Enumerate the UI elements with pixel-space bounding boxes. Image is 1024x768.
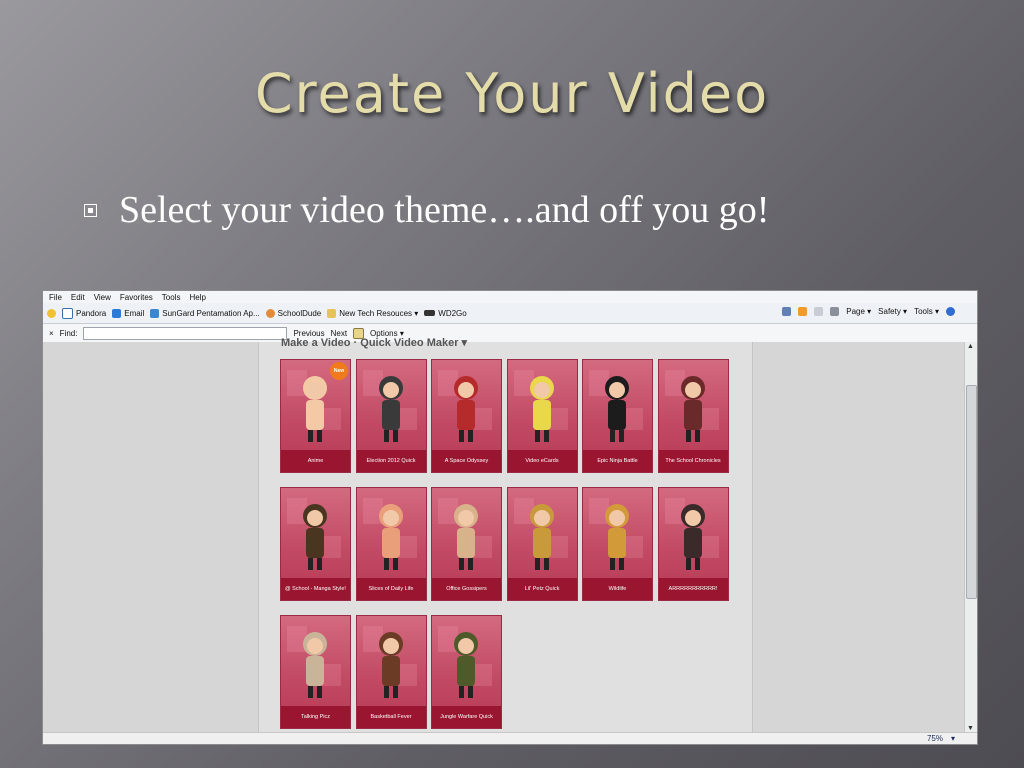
- menu-edit[interactable]: Edit: [71, 293, 85, 302]
- find-input[interactable]: [83, 326, 288, 340]
- theme-card[interactable]: Wildlife: [583, 488, 652, 600]
- favorite-label: Pandora: [76, 308, 107, 318]
- favorite-label: SunGard Pentamation Ap...: [162, 308, 260, 318]
- menu-file[interactable]: File: [49, 293, 62, 302]
- theme-character-image: [357, 360, 426, 450]
- rss-icon[interactable]: [798, 307, 808, 316]
- bullet-row: Select your video theme….and off you go!: [84, 188, 769, 232]
- scroll-up-icon[interactable]: ▲: [967, 343, 974, 350]
- favorite-sungard[interactable]: SunGard Pentamation Ap...: [150, 308, 260, 318]
- theme-card[interactable]: The School Chronicles: [658, 360, 728, 472]
- theme-character-image: [583, 360, 652, 450]
- mail-icon[interactable]: [814, 307, 824, 316]
- favorite-email[interactable]: Email: [112, 308, 145, 318]
- theme-card[interactable]: New Anime: [281, 360, 350, 472]
- page-menu[interactable]: Page ▾: [846, 307, 871, 316]
- theme-label: Basketball Fever: [356, 706, 426, 728]
- theme-label: Election 2012 Quick: [356, 450, 426, 472]
- new-badge: New: [330, 362, 348, 380]
- favorites-star-icon[interactable]: [47, 308, 56, 318]
- menu-favorites[interactable]: Favorites: [120, 293, 153, 302]
- scroll-down-icon[interactable]: ▼: [967, 725, 974, 732]
- favorite-label: WD2Go: [438, 308, 467, 318]
- favorite-label: Email: [124, 308, 145, 318]
- theme-character-image: [508, 360, 577, 450]
- bullet-text: Select your video theme….and off you go!: [119, 189, 770, 231]
- favorite-label: New Tech Resouces ▾: [339, 308, 419, 318]
- favorite-schooldude[interactable]: SchoolDude: [265, 308, 322, 318]
- theme-label: A Space Odyssey: [432, 450, 501, 472]
- zoom-dropdown-icon[interactable]: ▾: [951, 734, 955, 743]
- page-content: Make a Video · Quick Video Maker ▾ New An…: [43, 337, 965, 733]
- video-maker-heading: Make a Video · Quick Video Maker ▾: [281, 337, 468, 349]
- drive-icon: [424, 310, 436, 316]
- favorites-bar: Pandora Email SunGard Pentamation Ap... …: [43, 303, 977, 324]
- theme-card[interactable]: A Space Odyssey: [432, 360, 501, 472]
- home-icon[interactable]: [782, 307, 792, 316]
- theme-label: Jungle Warfare Quick: [432, 706, 501, 728]
- tools-menu[interactable]: Tools ▾: [914, 307, 939, 316]
- theme-character-image: [432, 360, 501, 450]
- theme-label: Slices of Daily Life: [356, 578, 426, 600]
- browser-screenshot: File Edit View Favorites Tools Help Pand…: [42, 290, 978, 745]
- menu-help[interactable]: Help: [189, 293, 205, 302]
- theme-character-image: [432, 488, 501, 578]
- ie-page-icon: [150, 308, 160, 318]
- menu-view[interactable]: View: [94, 293, 111, 302]
- safety-menu[interactable]: Safety ▾: [878, 307, 907, 316]
- theme-character-image: [659, 488, 728, 578]
- theme-character-image: [508, 488, 577, 578]
- menu-tools[interactable]: Tools: [162, 293, 181, 302]
- command-bar: Page ▾ Safety ▾ Tools ▾: [782, 307, 955, 316]
- theme-label: Lil' Petz Quick: [507, 578, 577, 600]
- theme-label: ARRRRRRRRRRR!: [658, 578, 728, 600]
- theme-label: Anime: [281, 450, 350, 472]
- theme-card[interactable]: Jungle Warfare Quick: [432, 616, 501, 728]
- folder-icon: [327, 308, 337, 318]
- theme-label: @ School - Manga Style!: [281, 578, 350, 600]
- zoom-level[interactable]: 75%: [927, 734, 943, 743]
- theme-card[interactable]: Office Gossipers: [432, 488, 501, 600]
- theme-character-image: [357, 488, 426, 578]
- theme-card[interactable]: Slices of Daily Life: [356, 488, 426, 600]
- bullet-square-icon: [84, 203, 97, 217]
- theme-character-image: [432, 616, 501, 706]
- favorite-wd2go[interactable]: WD2Go: [424, 308, 467, 318]
- theme-character-image: [281, 488, 350, 578]
- theme-character-image: [659, 360, 728, 450]
- theme-label: Video eCards: [507, 450, 577, 472]
- theme-card[interactable]: ARRRRRRRRRRR!: [658, 488, 728, 600]
- find-close-button[interactable]: ×: [49, 329, 54, 338]
- theme-label: The School Chronicles: [658, 450, 728, 472]
- theme-card[interactable]: @ School - Manga Style!: [281, 488, 350, 600]
- print-icon[interactable]: [830, 307, 840, 316]
- vertical-scrollbar[interactable]: ▲ ▼: [964, 342, 977, 733]
- browser-menubar: File Edit View Favorites Tools Help: [43, 291, 977, 303]
- pandora-icon: [62, 307, 73, 319]
- theme-label: Wildlife: [583, 578, 652, 600]
- help-icon[interactable]: [946, 307, 955, 316]
- favorite-label: SchoolDude: [277, 308, 322, 318]
- status-bar: 75% ▾: [43, 732, 977, 744]
- theme-character-image: [357, 616, 426, 706]
- theme-card[interactable]: Election 2012 Quick: [356, 360, 426, 472]
- theme-card[interactable]: Talking Picz: [281, 616, 350, 728]
- theme-character-image: [281, 616, 350, 706]
- theme-label: Office Gossipers: [432, 578, 501, 600]
- find-label: Find:: [59, 328, 78, 338]
- theme-card[interactable]: Basketball Fever: [356, 616, 426, 728]
- theme-card[interactable]: Lil' Petz Quick: [507, 488, 577, 600]
- theme-card[interactable]: Epic Ninja Battle: [583, 360, 652, 472]
- favorite-new-tech[interactable]: New Tech Resouces ▾: [327, 308, 419, 318]
- find-bar: × Find: Previous Next Options ▾: [43, 324, 977, 343]
- favorite-pandora[interactable]: Pandora: [62, 307, 107, 319]
- theme-character-image: [583, 488, 652, 578]
- theme-label: Epic Ninja Battle: [583, 450, 652, 472]
- theme-label: Talking Picz: [281, 706, 350, 728]
- slide-title: Create Your Video: [254, 62, 770, 125]
- schooldude-icon: [265, 308, 275, 318]
- email-icon: [112, 308, 122, 318]
- scrollbar-thumb[interactable]: [966, 385, 977, 599]
- theme-card[interactable]: Video eCards: [507, 360, 577, 472]
